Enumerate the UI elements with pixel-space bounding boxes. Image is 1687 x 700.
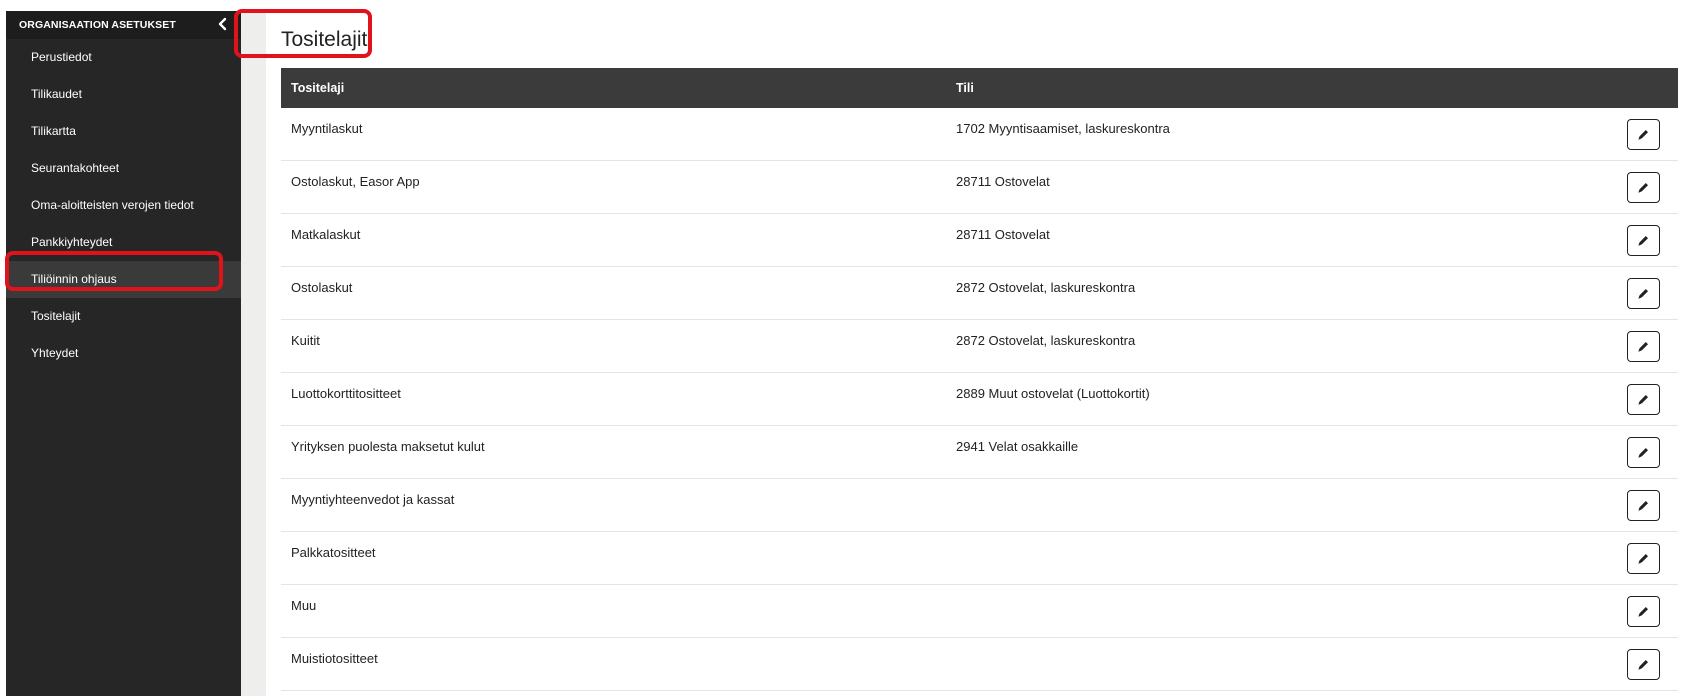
edit-button[interactable] [1627,437,1660,468]
pencil-icon [1638,554,1648,564]
account-cell: 2872 Ostovelat, laskureskontra [956,280,1136,295]
edit-button[interactable] [1627,543,1660,574]
table-row: Myyntiyhteenvedot ja kassat [281,479,1678,532]
sidebar-item-label: Tilikaudet [31,87,82,101]
sidebar-item[interactable]: Yhteydet [6,335,241,372]
table-row: Matkalaskut 28711 Ostovelat [281,214,1678,267]
sidebar-item[interactable]: Perustiedot [6,39,241,76]
sidebar-item[interactable]: Tiliöinnin ohjaus [6,261,241,298]
column-header-type: Tositelaji [291,81,345,95]
edit-button[interactable] [1627,225,1660,256]
sidebar-item[interactable]: Tilikartta [6,113,241,150]
account-cell: 2872 Ostovelat, laskureskontra [956,333,1136,348]
sidebar: ORGANISAATION ASETUKSET Perustiedot Tilik… [6,11,241,696]
voucher-type-cell: Kuitit [291,333,320,348]
pencil-icon [1638,660,1648,670]
voucher-type-cell: Muistiotositteet [291,651,378,666]
pencil-icon [1638,236,1648,246]
sidebar-header: ORGANISAATION ASETUKSET [6,11,241,39]
edit-button[interactable] [1627,649,1660,680]
sidebar-item[interactable]: Seurantakohteet [6,150,241,187]
pencil-icon [1638,501,1648,511]
sidebar-item[interactable]: Pankkiyhteydet [6,224,241,261]
voucher-types-table: Tositelaji Tili Myyntilaskut 1702 Myyntis… [281,68,1678,691]
gutter [241,11,266,696]
voucher-type-cell: Matkalaskut [291,227,361,242]
column-header-account: Tili [956,81,974,95]
voucher-type-cell: Luottokorttitositteet [291,386,401,401]
pencil-icon [1638,448,1648,458]
chevron-left-icon[interactable] [215,15,231,33]
pencil-icon [1638,342,1648,352]
pencil-icon [1638,289,1648,299]
voucher-type-cell: Palkkatositteet [291,545,376,560]
sidebar-item-label: Pankkiyhteydet [31,235,113,249]
voucher-type-cell: Myyntiyhteenvedot ja kassat [291,492,455,507]
table-row: Kuitit 2872 Ostovelat, laskureskontra [281,320,1678,373]
page-title: Tositelajit [281,28,368,51]
account-cell: 28711 Ostovelat [956,227,1050,242]
voucher-type-cell: Myyntilaskut [291,121,363,136]
sidebar-item-label: Oma-aloitteisten verojen tiedot [31,198,194,212]
edit-button[interactable] [1627,490,1660,521]
sidebar-item[interactable]: Tositelajit [6,298,241,335]
sidebar-title: ORGANISAATION ASETUKSET [19,19,176,31]
main-content: Tositelajit Tositelaji Tili Myyntilaskut… [266,11,1683,696]
table-row: Muu [281,585,1678,638]
edit-button[interactable] [1627,119,1660,150]
voucher-type-cell: Yrityksen puolesta maksetut kulut [291,439,485,454]
pencil-icon [1638,395,1648,405]
edit-button[interactable] [1627,172,1660,203]
pencil-icon [1638,183,1648,193]
sidebar-item-label: Yhteydet [31,346,79,360]
sidebar-item[interactable]: Tilikaudet [6,76,241,113]
edit-button[interactable] [1627,278,1660,309]
edit-button[interactable] [1627,331,1660,362]
table-row: Yrityksen puolesta maksetut kulut 2941 Ve… [281,426,1678,479]
table-row: Ostolaskut 2872 Ostovelat, laskureskontra [281,267,1678,320]
edit-button[interactable] [1627,384,1660,415]
table-body: Myyntilaskut 1702 Myyntisaamiset, laskure… [281,108,1678,691]
account-cell: 2941 Velat osakkaille [956,439,1079,454]
edit-button[interactable] [1627,596,1660,627]
voucher-type-cell: Ostolaskut, Easor App [291,174,420,189]
sidebar-item-label: Tositelajit [31,309,81,323]
table-row: Palkkatositteet [281,532,1678,585]
sidebar-item-label: Tiliöinnin ohjaus [31,272,117,286]
sidebar-item-label: Tilikartta [31,124,76,138]
voucher-type-cell: Ostolaskut [291,280,353,295]
app-window: ORGANISAATION ASETUKSET Perustiedot Tilik… [0,0,1687,700]
sidebar-nav: Perustiedot Tilikaudet Tilikartta Seurantak… [6,39,241,372]
table-row: Ostolaskut, Easor App 28711 Ostovelat [281,161,1678,214]
account-cell: 28711 Ostovelat [956,174,1050,189]
sidebar-item[interactable]: Oma-aloitteisten verojen tiedot [6,187,241,224]
table-header: Tositelaji Tili [281,68,1678,108]
account-cell: 1702 Myyntisaamiset, laskureskontra [956,121,1170,136]
pencil-icon [1638,130,1648,140]
table-row: Myyntilaskut 1702 Myyntisaamiset, laskure… [281,108,1678,161]
table-row: Luottokorttitositteet 2889 Muut ostovelat… [281,373,1678,426]
account-cell: 2889 Muut ostovelat (Luottokortit) [956,386,1150,401]
table-row: Muistiotositteet [281,638,1678,691]
voucher-type-cell: Muu [291,598,317,613]
pencil-icon [1638,607,1648,617]
sidebar-item-label: Perustiedot [31,50,92,64]
sidebar-item-label: Seurantakohteet [31,161,120,175]
